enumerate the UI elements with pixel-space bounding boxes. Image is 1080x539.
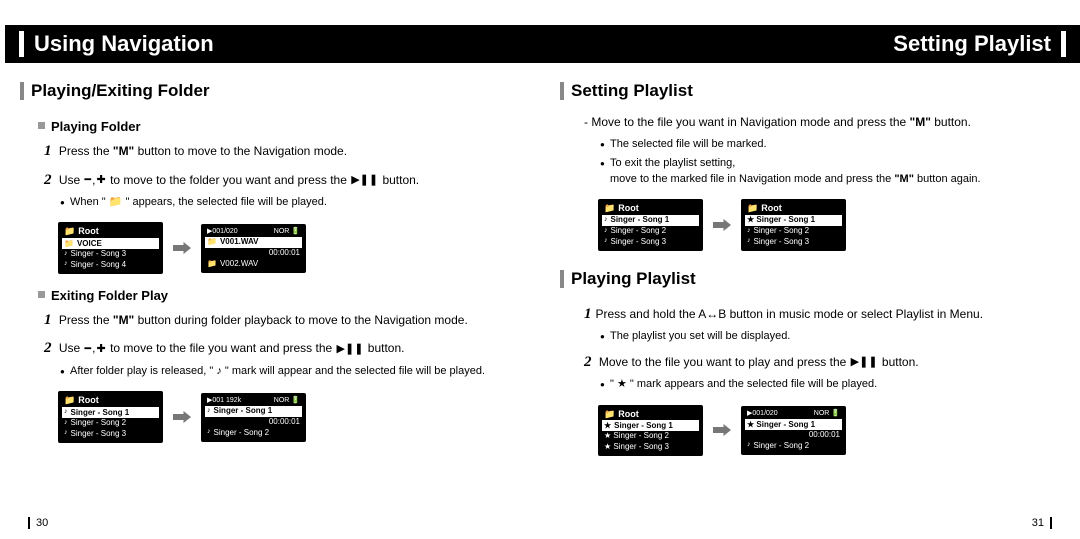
subhead-playing-folder: Playing Folder: [38, 119, 520, 134]
step-b1: 1Press and hold the A↔B button in music …: [584, 303, 1060, 326]
play-pause-icon: ▶❚❚: [850, 354, 879, 371]
plus-icon: ✚: [96, 341, 107, 358]
bullet-note: When " 📁 " appears, the selected file wi…: [60, 195, 520, 210]
lcd-screen: 📁Root ★Singer - Song 1 ★ Singer - Song 2…: [598, 405, 703, 457]
step-1b: 1 Press the "M" button during folder pla…: [44, 309, 520, 332]
bullet-note: The selected file will be marked.: [600, 137, 1060, 152]
page-title-left: Using Navigation: [0, 25, 540, 63]
arrow-right-icon: [713, 218, 731, 232]
subhead-exiting-folder: Exiting Folder Play: [38, 288, 520, 303]
lcd-row-2: 📁Root ♪Singer - Song 1 ♪Singer - Song 2 …: [58, 391, 520, 443]
bullet-note: After folder play is released, " ♪ " mar…: [60, 364, 520, 379]
step-2: 2 Use ━,✚ to move to the folder you want…: [44, 169, 520, 192]
section-setting-playlist: Setting Playlist: [560, 77, 1060, 109]
page-number: 31: [1032, 517, 1052, 529]
arrow-right-icon: [173, 410, 191, 424]
lcd-screen: 📁Root ♪Singer - Song 1 ♪Singer - Song 2 …: [598, 199, 703, 251]
lcd-screen: ▶001/020NOR 🔋 ★ Singer - Song 1 00:00:01…: [741, 406, 846, 455]
minus-icon: ━: [84, 341, 93, 358]
lcd-row-1: 📁Root 📁VOICE ♪Singer - Song 3 ♪Singer - …: [58, 222, 520, 274]
play-pause-icon: ▶❚❚: [336, 341, 365, 358]
body-line: - Move to the file you want in Navigatio…: [584, 113, 1060, 131]
page-number: 30: [28, 517, 48, 529]
arrow-right-icon: [173, 241, 191, 255]
step-1: 1 Press the "M" button to move to the Na…: [44, 140, 520, 163]
section-playing-exiting-folder: Playing/Exiting Folder: [20, 77, 520, 109]
bullet-note: The playlist you set will be displayed.: [600, 329, 1060, 344]
lcd-screen: ▶001/020NOR 🔋 📁V001.WAV 00:00:01 📁V002.W…: [201, 224, 306, 273]
bullet-note: " ★ " mark appears and the selected file…: [600, 377, 1060, 392]
lcd-screen: ▶001 192kNOR 🔋 ♪Singer - Song 1 00:00:01…: [201, 393, 306, 442]
step-b2: 2 Move to the file you want to play and …: [584, 351, 1060, 374]
step-2b: 2 Use ━,✚ to move to the file you want a…: [44, 337, 520, 360]
section-playing-playlist: Playing Playlist: [560, 265, 1060, 297]
lcd-screen: 📁Root ♪Singer - Song 1 ♪Singer - Song 2 …: [58, 391, 163, 443]
bullet-note: To exit the playlist setting, move to th…: [600, 156, 1060, 187]
play-pause-icon: ▶❚❚: [350, 172, 379, 189]
lcd-screen: 📁Root 📁VOICE ♪Singer - Song 3 ♪Singer - …: [58, 222, 163, 274]
lcd-row-4: 📁Root ★Singer - Song 1 ★ Singer - Song 2…: [598, 405, 1060, 457]
page-left: Using Navigation Playing/Exiting Folder …: [0, 0, 540, 539]
plus-icon: ✚: [96, 172, 107, 189]
page-title-right: Setting Playlist: [540, 25, 1080, 63]
arrow-right-icon: [713, 423, 731, 437]
minus-icon: ━: [84, 172, 93, 189]
lcd-screen: 📁Root ★ Singer - Song 1 ♪Singer - Song 2…: [741, 199, 846, 251]
lcd-row-3: 📁Root ♪Singer - Song 1 ♪Singer - Song 2 …: [598, 199, 1060, 251]
page-right: Setting Playlist Setting Playlist - Move…: [540, 0, 1080, 539]
